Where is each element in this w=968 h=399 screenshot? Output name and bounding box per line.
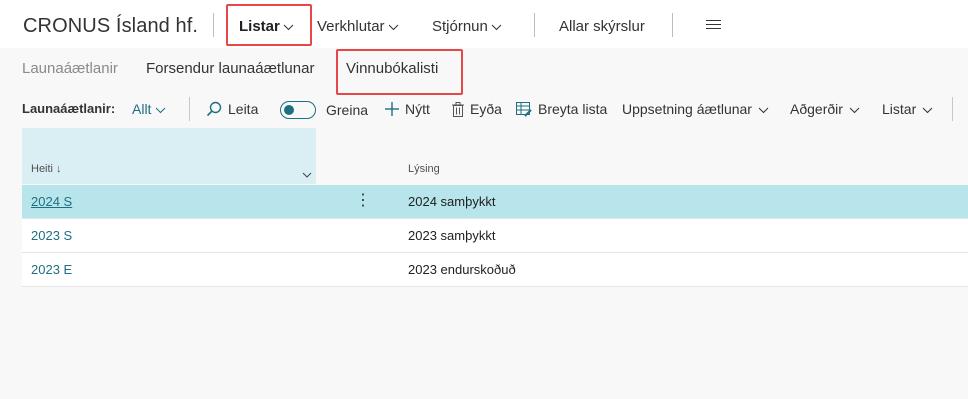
highlight-box xyxy=(336,49,463,95)
table-row[interactable]: 2024 S ⋮ 2024 samþykkt xyxy=(22,185,968,219)
page-label: Launaáætlanir: xyxy=(22,101,116,116)
nav-divider xyxy=(672,13,673,37)
nav-item-label: Stjórnun xyxy=(432,18,488,35)
setup-label: Uppsetning áætlunar xyxy=(622,101,752,117)
row-code[interactable]: 2023 S xyxy=(31,228,72,243)
edit-list-button[interactable]: Breyta lista xyxy=(516,101,607,117)
row-code[interactable]: 2023 E xyxy=(31,262,72,277)
search-icon xyxy=(206,101,222,117)
subnav-item-launaaaetlanir[interactable]: Launaáætlanir xyxy=(22,60,118,77)
hamburger-menu-icon[interactable] xyxy=(706,20,721,32)
row-description: 2023 endurskoðuð xyxy=(408,262,516,277)
analyze-label: Greina xyxy=(326,102,369,118)
plus-icon xyxy=(385,102,399,116)
action-bar: Launaáætlanir: Allt Leita Greina Nýtt Ey… xyxy=(0,86,968,132)
nav-divider xyxy=(213,13,214,37)
filter-value: Allt xyxy=(132,101,152,117)
toolbar-divider xyxy=(952,97,953,121)
row-description: 2023 samþykkt xyxy=(408,228,496,243)
actions-label: Aðgerðir xyxy=(790,101,843,117)
highlight-box xyxy=(226,4,312,46)
nav-item-verkhlutar[interactable]: Verkhlutar xyxy=(317,18,399,35)
nav-divider xyxy=(534,13,535,37)
delete-label: Eyða xyxy=(470,101,502,117)
chevron-down-icon xyxy=(388,18,399,35)
sub-navigation: Launaáætlanir Forsendur launaáætlunar Vi… xyxy=(0,48,968,86)
column-header-heiti[interactable]: Heiti ↓ xyxy=(31,163,62,175)
row-description: 2024 samþykkt xyxy=(408,194,496,209)
chevron-down-icon xyxy=(155,101,166,117)
column-header-lysing[interactable]: Lýsing xyxy=(408,163,440,175)
trash-icon xyxy=(452,101,464,117)
chevron-down-icon xyxy=(758,101,769,117)
nav-item-all-reports[interactable]: Allar skýrslur xyxy=(559,18,645,35)
subnav-item-forsendur[interactable]: Forsendur launaáætlunar xyxy=(146,60,314,77)
filter-dropdown[interactable]: Allt xyxy=(132,101,166,117)
nav-item-label: Verkhlutar xyxy=(317,18,385,35)
new-button[interactable]: Nýtt xyxy=(385,101,430,117)
row-code[interactable]: 2024 S xyxy=(31,194,72,209)
nav-item-label: Allar skýrslur xyxy=(559,18,645,35)
search-label: Leita xyxy=(228,101,259,117)
actions-menu[interactable]: Aðgerðir xyxy=(790,101,860,117)
chevron-down-icon[interactable] xyxy=(302,165,312,183)
company-name[interactable]: CRONUS Ísland hf. xyxy=(23,15,198,38)
edit-list-icon xyxy=(516,101,532,117)
lists-menu[interactable]: Listar xyxy=(882,101,933,117)
toggle-switch xyxy=(280,101,316,119)
new-label: Nýtt xyxy=(405,101,430,117)
nav-item-stjornun[interactable]: Stjórnun xyxy=(432,18,502,35)
delete-button[interactable]: Eyða xyxy=(452,101,502,117)
chevron-down-icon xyxy=(849,101,860,117)
setup-menu[interactable]: Uppsetning áætlunar xyxy=(622,101,769,117)
top-navigation: CRONUS Ísland hf. Listar Verkhlutar Stjó… xyxy=(0,0,968,48)
chevron-down-icon xyxy=(922,101,933,117)
chevron-down-icon xyxy=(491,18,502,35)
sorted-column-header[interactable]: Heiti ↓ xyxy=(22,128,316,184)
search-button[interactable]: Leita xyxy=(206,101,258,117)
analyze-toggle[interactable]: Greina xyxy=(280,101,368,119)
toolbar-divider xyxy=(189,97,190,121)
more-options-icon[interactable]: ⋮ xyxy=(355,192,371,210)
edit-list-label: Breyta lista xyxy=(538,101,608,117)
lists-label: Listar xyxy=(882,101,917,117)
table-row[interactable]: 2023 E 2023 endurskoðuð xyxy=(22,253,968,287)
table-row[interactable]: 2023 S 2023 samþykkt xyxy=(22,219,968,253)
